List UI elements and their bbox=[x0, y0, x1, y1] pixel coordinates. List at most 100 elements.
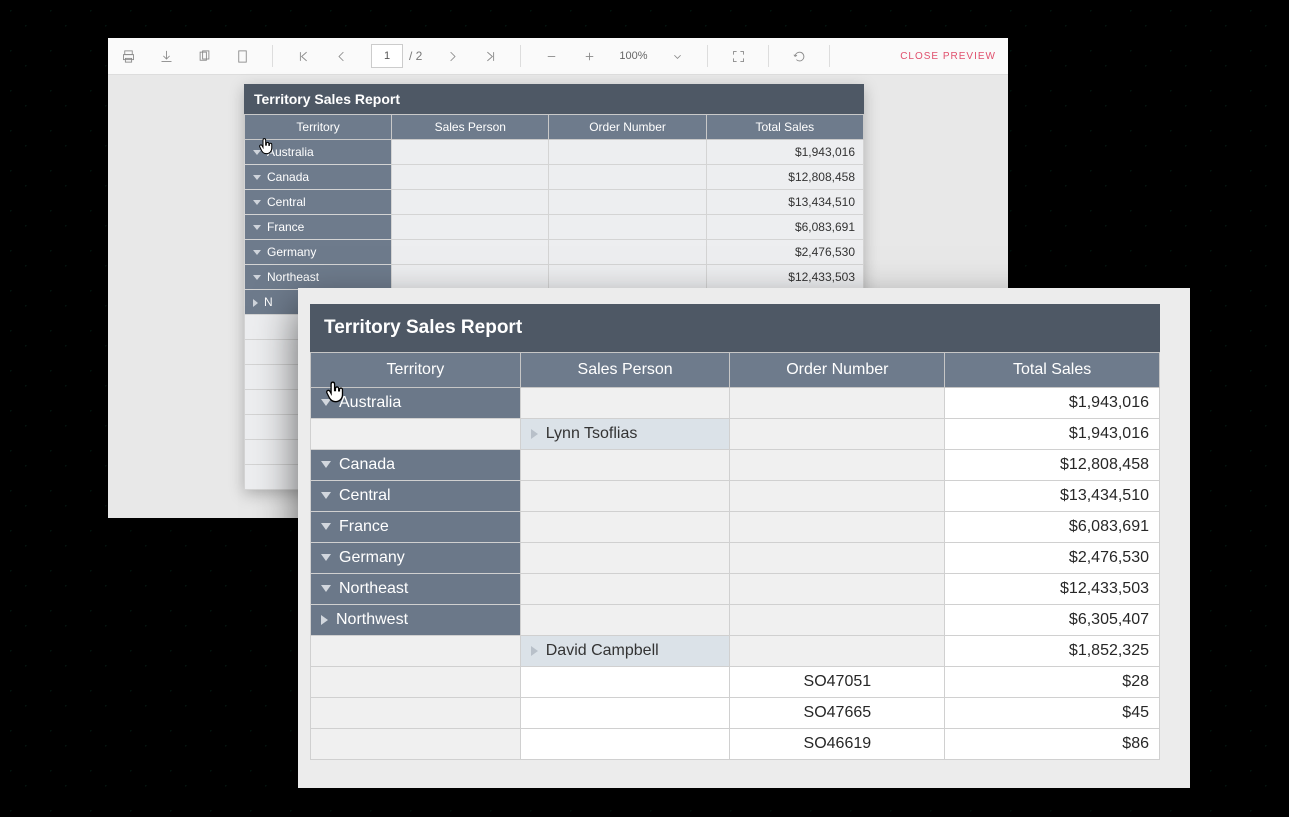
download-icon[interactable] bbox=[158, 48, 174, 64]
table-row[interactable]: Germany$2,476,530 bbox=[311, 543, 1160, 574]
territory-label: Germany bbox=[339, 549, 405, 566]
territory-label: Northeast bbox=[267, 270, 319, 284]
total-cell: $6,083,691 bbox=[706, 215, 863, 240]
territory-label: Central bbox=[339, 487, 391, 504]
col-territory[interactable]: Territory bbox=[311, 353, 521, 388]
toolbar-separator bbox=[520, 45, 521, 67]
collapse-icon[interactable] bbox=[321, 615, 328, 625]
expand-icon[interactable] bbox=[321, 492, 331, 499]
col-order[interactable]: Order Number bbox=[549, 115, 706, 140]
total-cell: $28 bbox=[945, 667, 1160, 698]
table-row[interactable]: Northwest $6,305,407 bbox=[311, 605, 1160, 636]
territory-label: France bbox=[339, 518, 389, 535]
table-row[interactable]: Northeast $12,433,503 bbox=[311, 574, 1160, 605]
table-row[interactable]: Australia $1,943,016 bbox=[311, 388, 1160, 419]
prev-page-icon[interactable] bbox=[333, 48, 349, 64]
total-cell: $2,476,530 bbox=[706, 240, 863, 265]
table-row[interactable]: Lynn Tsoflias$1,943,016 bbox=[311, 419, 1160, 450]
col-person[interactable]: Sales Person bbox=[392, 115, 549, 140]
total-cell: $12,808,458 bbox=[706, 165, 863, 190]
total-cell: $86 bbox=[945, 729, 1160, 760]
expand-icon[interactable] bbox=[321, 585, 331, 592]
expand-icon[interactable] bbox=[253, 250, 261, 255]
header-row: Territory Sales Person Order Number Tota… bbox=[311, 353, 1160, 388]
table-row[interactable]: Germany $2,476,530 bbox=[245, 240, 864, 265]
table-row[interactable]: Central $13,434,510 bbox=[311, 481, 1160, 512]
total-cell: $12,808,458 bbox=[945, 450, 1160, 481]
total-cell: $45 bbox=[945, 698, 1160, 729]
table-row[interactable]: France $6,083,691 bbox=[311, 512, 1160, 543]
territory-label: France bbox=[267, 220, 304, 234]
table-row[interactable]: Australia $1,943,016 bbox=[245, 140, 864, 165]
territory-label: N bbox=[264, 295, 273, 309]
table-row[interactable]: SO46619$86 bbox=[311, 729, 1160, 760]
fullscreen-icon[interactable] bbox=[730, 48, 746, 64]
territory-label: Australia bbox=[267, 145, 314, 159]
table-row[interactable]: SO47051$28 bbox=[311, 667, 1160, 698]
expand-icon[interactable] bbox=[253, 275, 261, 280]
col-order[interactable]: Order Number bbox=[730, 353, 945, 388]
territory-label: Northeast bbox=[339, 580, 408, 597]
total-cell: $6,305,407 bbox=[945, 605, 1160, 636]
table-row[interactable]: David Campbell$1,852,325 bbox=[311, 636, 1160, 667]
total-cell: $13,434,510 bbox=[945, 481, 1160, 512]
print-icon[interactable] bbox=[120, 48, 136, 64]
toolbar-separator bbox=[707, 45, 708, 67]
toolbar-separator bbox=[829, 45, 830, 67]
header-row: Territory Sales Person Order Number Tota… bbox=[245, 115, 864, 140]
zoom-dropdown-icon[interactable] bbox=[669, 48, 685, 64]
first-page-icon[interactable] bbox=[295, 48, 311, 64]
expand-icon[interactable] bbox=[253, 175, 261, 180]
territory-label: Canada bbox=[267, 170, 309, 184]
order-cell: SO47665 bbox=[730, 698, 945, 729]
expand-icon[interactable] bbox=[253, 200, 261, 205]
total-cell: $1,943,016 bbox=[945, 419, 1160, 450]
table-row[interactable]: Central$13,434,510 bbox=[245, 190, 864, 215]
toolbar-separator bbox=[272, 45, 273, 67]
table-row[interactable]: Northeast $12,433,503 bbox=[245, 265, 864, 290]
col-total[interactable]: Total Sales bbox=[706, 115, 863, 140]
table-row[interactable]: Canada$12,808,458 bbox=[311, 450, 1160, 481]
total-cell: $12,433,503 bbox=[945, 574, 1160, 605]
next-page-icon[interactable] bbox=[444, 48, 460, 64]
territory-label: Australia bbox=[339, 394, 401, 411]
zoomed-panel: Territory Sales Report Territory Sales P… bbox=[298, 288, 1190, 788]
refresh-icon[interactable] bbox=[791, 48, 807, 64]
page-icon[interactable] bbox=[234, 48, 250, 64]
page-indicator: / 2 bbox=[371, 44, 422, 68]
toolbar-separator bbox=[768, 45, 769, 67]
expand-icon[interactable] bbox=[321, 554, 331, 561]
col-total[interactable]: Total Sales bbox=[945, 353, 1160, 388]
table-row[interactable]: Canada $12,808,458 bbox=[245, 165, 864, 190]
expand-icon[interactable] bbox=[253, 150, 261, 155]
report-table-front: Territory Sales Person Order Number Tota… bbox=[310, 352, 1160, 760]
report-title: Territory Sales Report bbox=[310, 304, 1160, 352]
table-row[interactable]: SO47665$45 bbox=[311, 698, 1160, 729]
territory-label: Northwest bbox=[336, 611, 408, 628]
report-title: Territory Sales Report bbox=[244, 84, 864, 114]
col-territory[interactable]: Territory bbox=[245, 115, 392, 140]
total-cell: $1,943,016 bbox=[706, 140, 863, 165]
table-row[interactable]: France $6,083,691 bbox=[245, 215, 864, 240]
zoom-label: 100% bbox=[619, 50, 647, 62]
expand-icon[interactable] bbox=[321, 399, 331, 406]
territory-label: Central bbox=[267, 195, 306, 209]
total-cell: $6,083,691 bbox=[945, 512, 1160, 543]
col-person[interactable]: Sales Person bbox=[520, 353, 730, 388]
collapse-icon[interactable] bbox=[531, 646, 538, 656]
last-page-icon[interactable] bbox=[482, 48, 498, 64]
expand-icon[interactable] bbox=[321, 523, 331, 530]
collapse-icon[interactable] bbox=[531, 429, 538, 439]
person-label: David Campbell bbox=[546, 642, 659, 659]
close-preview-button[interactable]: CLOSE PREVIEW bbox=[900, 51, 996, 62]
zoom-out-icon[interactable] bbox=[543, 48, 559, 64]
territory-label: Germany bbox=[267, 245, 316, 259]
total-cell: $1,943,016 bbox=[945, 388, 1160, 419]
zoom-in-icon[interactable] bbox=[581, 48, 597, 64]
page-input[interactable] bbox=[371, 44, 403, 68]
total-cell: $12,433,503 bbox=[706, 265, 863, 290]
collapse-icon[interactable] bbox=[253, 299, 258, 307]
expand-icon[interactable] bbox=[253, 225, 261, 230]
copy-icon[interactable] bbox=[196, 48, 212, 64]
expand-icon[interactable] bbox=[321, 461, 331, 468]
